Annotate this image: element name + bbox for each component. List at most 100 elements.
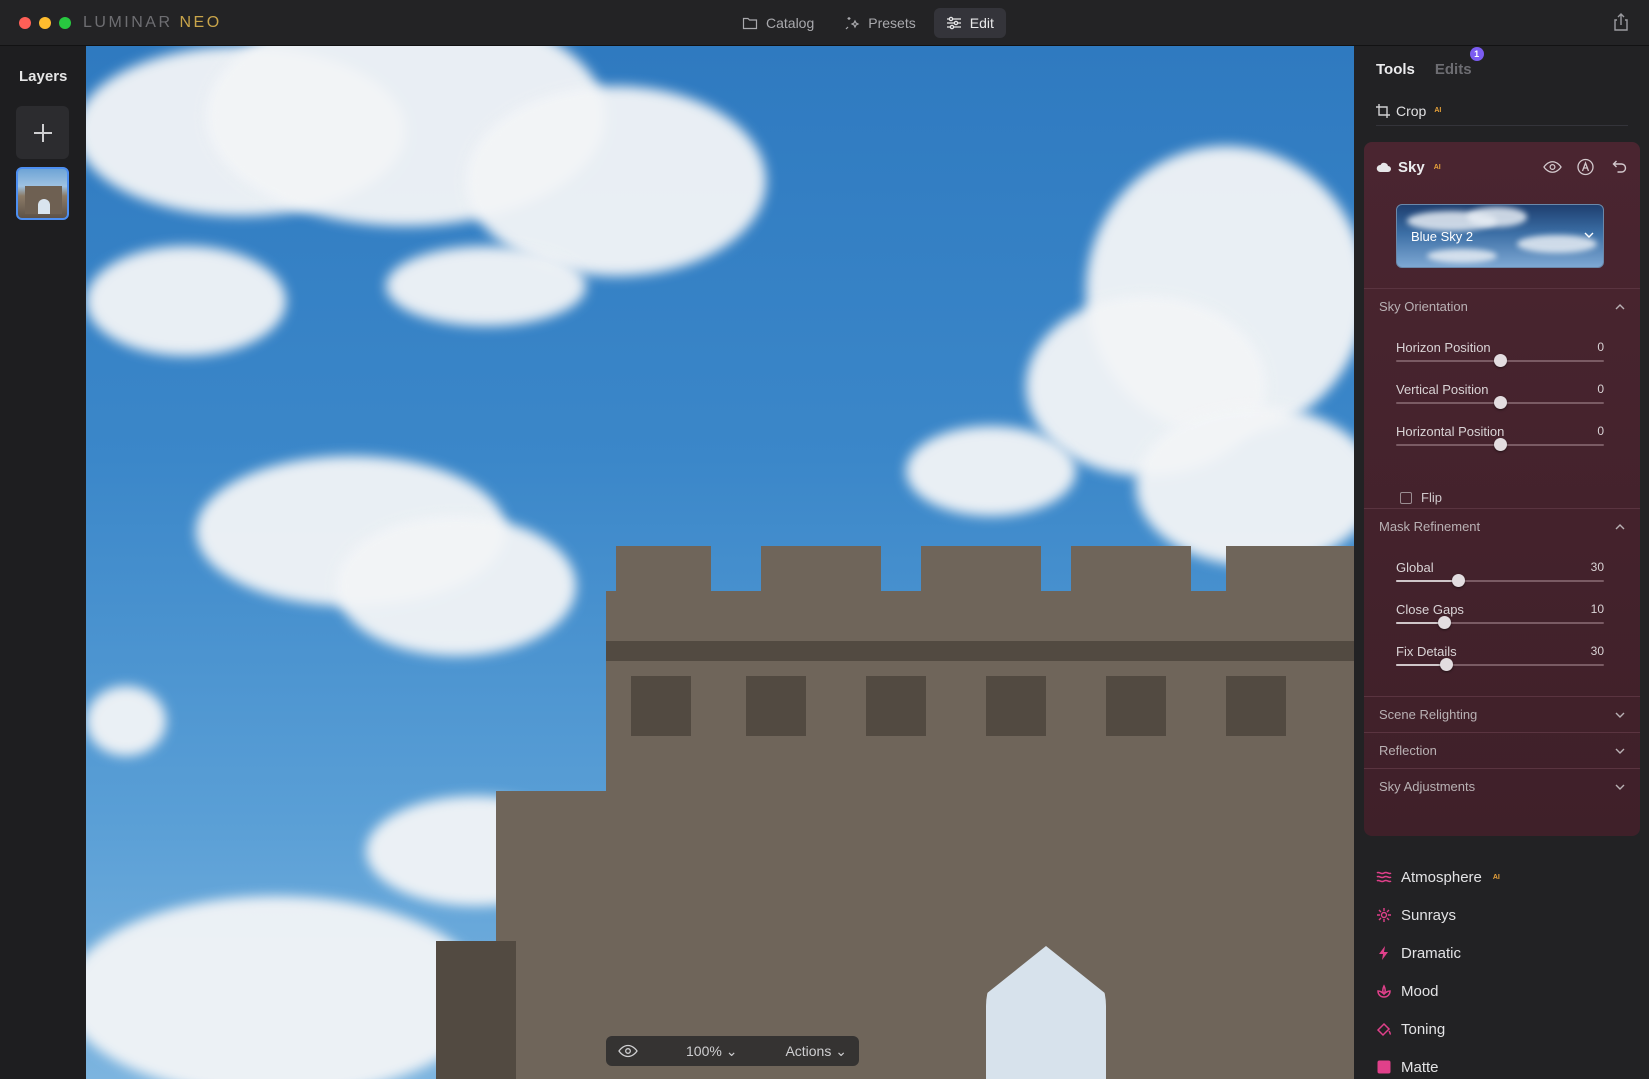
tool-sunrays-label: Sunrays	[1401, 906, 1457, 924]
dramatic-icon	[1379, 946, 1388, 960]
zoom-dropdown[interactable]: 100% ⌄	[686, 1043, 737, 1060]
crop-icon	[1376, 103, 1390, 118]
add-layer-button[interactable]	[16, 106, 69, 159]
sky-title: Sky	[1398, 158, 1425, 176]
chevron-down-icon	[1615, 748, 1625, 754]
flip-checkbox[interactable]	[1400, 491, 1412, 504]
section-sky-orientation-label: Sky Orientation	[1379, 299, 1468, 314]
atmosphere-icon	[1376, 871, 1392, 883]
nav-edit[interactable]: Edit	[933, 8, 1006, 38]
chevron-down-icon	[1584, 232, 1594, 238]
mask-brush-icon[interactable]	[1576, 158, 1595, 176]
nav-presets[interactable]: Presets	[832, 8, 927, 38]
section-scene-relighting-label: Scene Relighting	[1379, 707, 1478, 722]
tool-sunrays[interactable]: Sunrays	[1376, 896, 1636, 934]
slider-value: 0	[1597, 340, 1604, 354]
slider-horizon-position[interactable]: Horizon Position 0	[1396, 340, 1604, 370]
preview-eye-icon[interactable]	[618, 1044, 638, 1058]
section-mask-refinement-label: Mask Refinement	[1379, 519, 1481, 534]
slider-close-gaps[interactable]: Close Gaps 10	[1396, 602, 1604, 632]
nav-catalog-label: Catalog	[766, 15, 815, 31]
layers-title: Layers	[19, 68, 68, 85]
folder-icon	[742, 17, 758, 30]
sky-preset-name: Blue Sky 2	[1411, 229, 1474, 244]
tool-atmosphere[interactable]: Atmosphere AI	[1376, 858, 1636, 896]
tool-toning[interactable]: Toning	[1376, 1010, 1636, 1048]
slider-value: 0	[1597, 382, 1604, 396]
layer-thumbnail[interactable]	[16, 167, 69, 220]
slider-handle[interactable]	[1494, 396, 1507, 409]
edits-count-badge: 1	[1469, 47, 1484, 61]
sky-tool-card: Sky AI Blue Sky 2 Sky Orientation Horizon…	[1364, 142, 1640, 836]
ai-tag: AI	[1433, 163, 1441, 171]
zoom-window-button[interactable]	[59, 17, 71, 29]
slider-handle[interactable]	[1452, 574, 1466, 587]
crop-label: Crop	[1396, 102, 1427, 119]
tool-matte-label: Matte	[1401, 1058, 1439, 1076]
cloud-icon	[1376, 162, 1391, 172]
section-sky-adjustments[interactable]: Sky Adjustments	[1364, 768, 1640, 804]
tool-matte[interactable]: Matte	[1376, 1048, 1636, 1079]
slider-label: Global	[1396, 560, 1434, 575]
ai-tag: AI	[1492, 873, 1500, 881]
section-reflection-label: Reflection	[1379, 743, 1437, 758]
slider-handle[interactable]	[1439, 658, 1453, 671]
tool-toning-label: Toning	[1401, 1020, 1446, 1038]
photo-canvas[interactable]: 100% ⌄ Actions ⌄	[86, 46, 1354, 1079]
slider-value: 0	[1597, 424, 1604, 438]
sunrays-icon	[1377, 908, 1391, 922]
chevron-down-icon	[1615, 784, 1625, 790]
sky-preset-selector[interactable]: Blue Sky 2	[1396, 204, 1604, 268]
slider-handle[interactable]	[1494, 438, 1507, 451]
slider-handle[interactable]	[1437, 616, 1451, 629]
app-logo: LUMINAR NEO	[83, 14, 222, 31]
share-icon[interactable]	[1611, 12, 1631, 32]
title-bar: LUMINAR NEO Catalog Presets Edit	[0, 0, 1649, 46]
reset-icon[interactable]	[1609, 158, 1628, 176]
section-sky-adjustments-label: Sky Adjustments	[1379, 779, 1476, 794]
tool-mood-label: Mood	[1401, 982, 1439, 1000]
chevron-up-icon	[1615, 304, 1625, 310]
section-reflection[interactable]: Reflection	[1364, 732, 1640, 768]
minimize-window-button[interactable]	[39, 17, 51, 29]
slider-label: Vertical Position	[1396, 382, 1489, 397]
sky-tool-header[interactable]: Sky AI	[1376, 152, 1628, 182]
flip-toggle[interactable]: Flip	[1400, 490, 1442, 505]
slider-vertical-position[interactable]: Vertical Position 0	[1396, 382, 1604, 412]
slider-label: Fix Details	[1396, 644, 1457, 659]
canvas-toolbar: 100% ⌄ Actions ⌄	[606, 1036, 859, 1066]
matte-icon	[1377, 1060, 1391, 1074]
section-mask-refinement[interactable]: Mask Refinement	[1364, 508, 1640, 544]
plus-icon	[33, 123, 52, 142]
slider-horizontal-position[interactable]: Horizontal Position 0	[1396, 424, 1604, 454]
tool-list: Atmosphere AI Sunrays Dramatic Mood Tonin…	[1376, 858, 1636, 1079]
tool-crop[interactable]: Crop AI	[1376, 96, 1628, 126]
section-sky-orientation[interactable]: Sky Orientation	[1364, 288, 1640, 324]
flip-label: Flip	[1421, 490, 1442, 505]
chevron-up-icon	[1615, 524, 1625, 530]
sky-header-actions	[1543, 158, 1628, 176]
tool-mood[interactable]: Mood	[1376, 972, 1636, 1010]
tab-tools[interactable]: Tools	[1376, 61, 1415, 78]
visibility-eye-icon[interactable]	[1543, 158, 1562, 176]
section-scene-relighting[interactable]: Scene Relighting	[1364, 696, 1640, 732]
slider-global[interactable]: Global 30	[1396, 560, 1604, 590]
slider-fill	[1396, 622, 1444, 624]
slider-label: Close Gaps	[1396, 602, 1464, 617]
sparkle-icon	[845, 17, 860, 30]
nav-catalog[interactable]: Catalog	[730, 8, 826, 38]
tab-edits[interactable]: Edits 1	[1435, 47, 1484, 78]
nav-edit-label: Edit	[969, 15, 994, 31]
close-window-button[interactable]	[19, 17, 31, 29]
ai-tag: AI	[1434, 107, 1442, 114]
top-navigation: Catalog Presets Edit	[730, 8, 1006, 38]
tools-panel: Tools Edits 1 Crop AI Sky AI Blue Sky 2	[1354, 46, 1649, 1079]
actions-dropdown[interactable]: Actions ⌄	[785, 1043, 847, 1060]
slider-value: 30	[1590, 560, 1604, 574]
slider-fill	[1396, 664, 1446, 666]
slider-handle[interactable]	[1494, 354, 1507, 367]
layers-panel: Layers	[0, 46, 86, 1079]
tool-dramatic[interactable]: Dramatic	[1376, 934, 1636, 972]
slider-fix-details[interactable]: Fix Details 30	[1396, 644, 1604, 674]
mood-icon	[1377, 984, 1391, 998]
